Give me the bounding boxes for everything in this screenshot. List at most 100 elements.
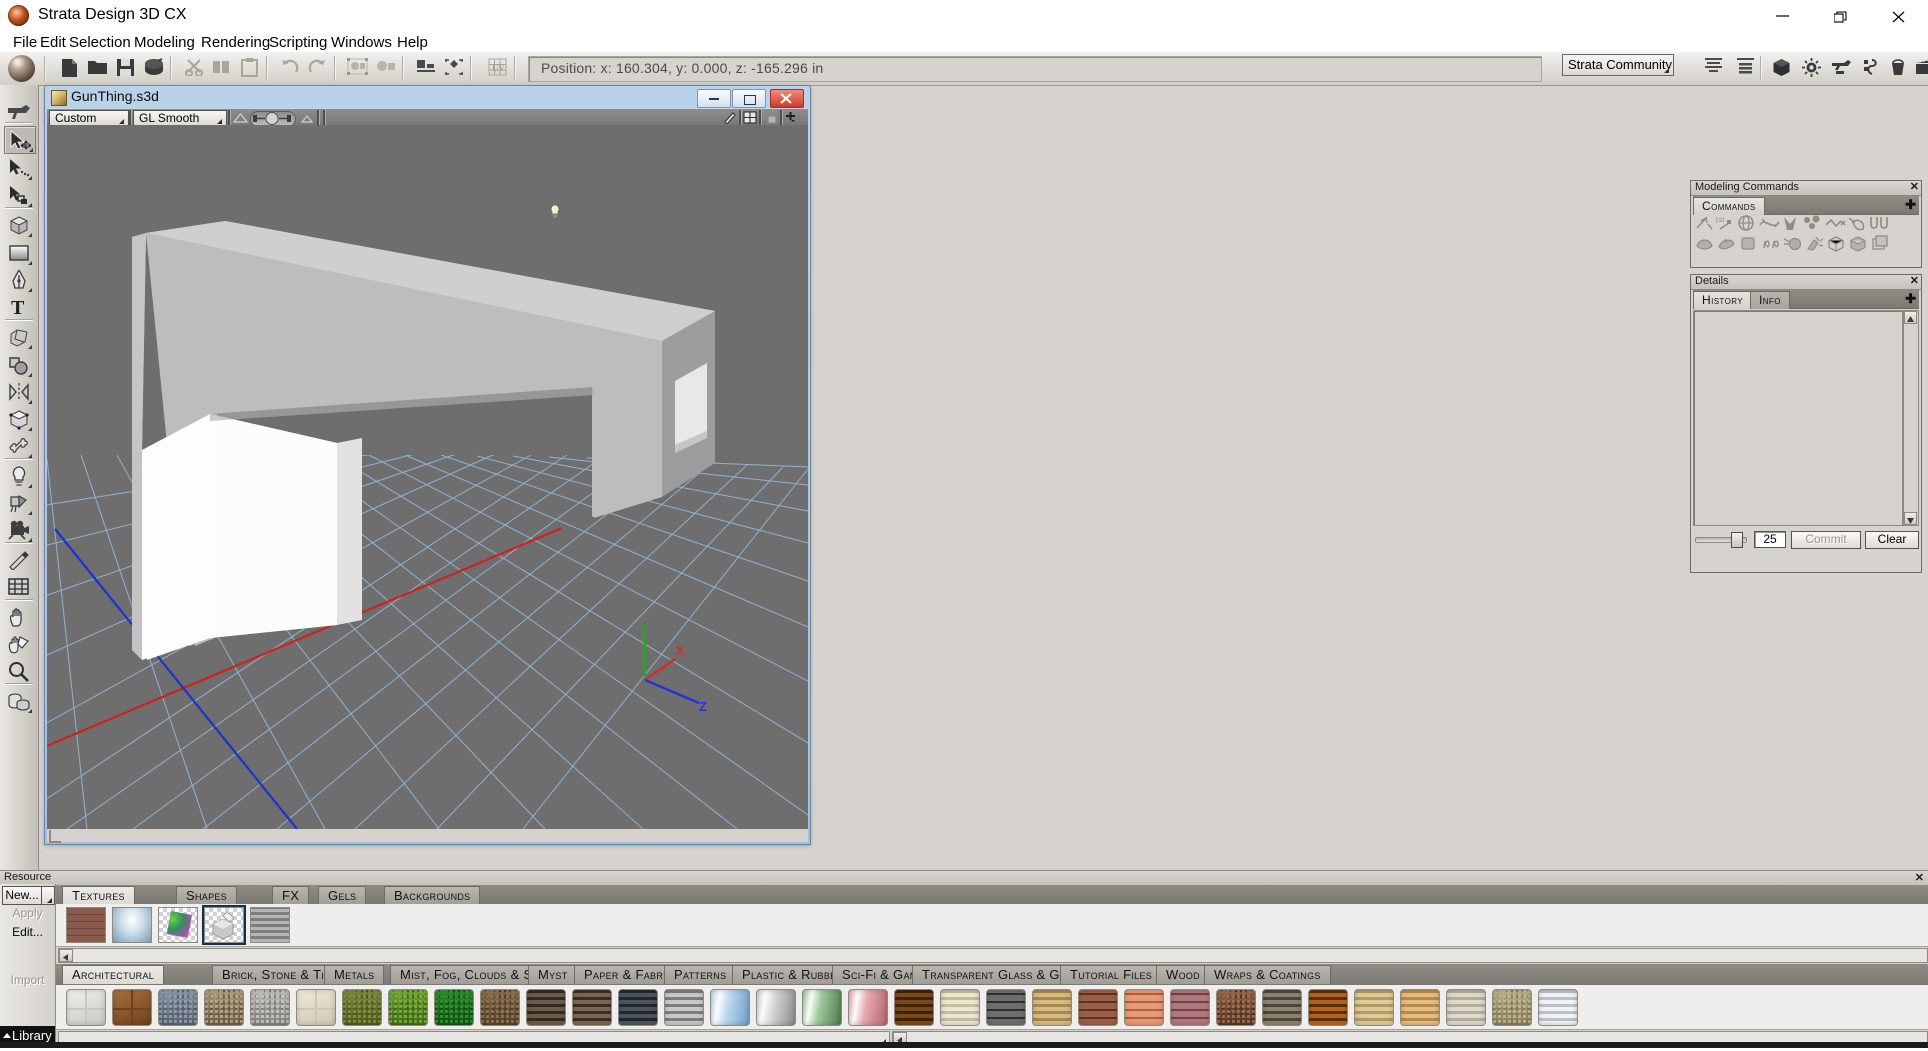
lib-swatch-blue-gravel[interactable] — [158, 989, 198, 1026]
lib-swatch-pine-board[interactable] — [1354, 989, 1394, 1026]
lib-swatch-gray-glass[interactable] — [756, 989, 796, 1026]
group-button[interactable] — [344, 55, 371, 82]
details-header[interactable]: Details ✕ — [1691, 275, 1921, 290]
add-tab-icon[interactable]: ✚ — [1905, 291, 1916, 307]
bulge-icon[interactable] — [1695, 235, 1715, 253]
close-icon[interactable]: ✕ — [1910, 275, 1919, 288]
swatch-brick[interactable] — [66, 907, 106, 943]
window-close-button[interactable] — [1870, 0, 1928, 32]
lib-tab-wraps-coatings[interactable]: Wraps & Coatings — [1204, 965, 1331, 984]
taper-icon[interactable] — [1717, 235, 1737, 253]
tool-boolean[interactable] — [4, 688, 34, 714]
lib-tab-architectural[interactable]: Architectural — [62, 965, 164, 984]
subdivide-icon[interactable] — [1695, 215, 1715, 233]
lib-swatch-wood-panel[interactable] — [112, 989, 152, 1026]
lib-swatch-green-grass[interactable] — [388, 989, 428, 1026]
lib-swatch-shingle[interactable] — [1216, 989, 1256, 1026]
shade-high-icon[interactable] — [299, 111, 314, 125]
document-title-bar[interactable]: GunThing.s3d — [45, 86, 810, 108]
document-close-button[interactable] — [770, 89, 804, 108]
scroll-left-button[interactable] — [59, 949, 73, 962]
tool-extrude[interactable] — [4, 324, 34, 350]
lib-swatch-slate-plank[interactable] — [618, 989, 658, 1026]
lib-swatch-ivory-panel[interactable] — [940, 989, 980, 1026]
tool-select-move[interactable] — [4, 126, 36, 154]
paint-button[interactable] — [1884, 55, 1911, 82]
redo-button[interactable] — [304, 55, 331, 82]
tab-history[interactable]: History — [1693, 291, 1752, 309]
tab-fx[interactable]: FX — [272, 886, 309, 905]
lib-tab-tutorial-files[interactable]: Tutorial Files — [1060, 965, 1162, 984]
menu-help[interactable]: Help — [390, 34, 435, 51]
lib-swatch-terracotta[interactable] — [1124, 989, 1164, 1026]
swatch-glass[interactable] — [112, 907, 152, 943]
split-icon[interactable] — [1803, 215, 1823, 233]
swatch-metal-slats[interactable] — [250, 907, 290, 943]
inflate-icon[interactable] — [1783, 235, 1803, 253]
film-button[interactable] — [1910, 55, 1928, 82]
commit-button[interactable]: Commit — [1791, 531, 1861, 549]
tab-shapes[interactable]: Shapes — [176, 886, 237, 905]
lib-swatch-olive-grass[interactable] — [342, 989, 382, 1026]
explode-icon[interactable] — [1805, 235, 1825, 253]
tool-measure[interactable] — [4, 547, 34, 573]
tool-bone[interactable] — [4, 433, 34, 459]
resource-header[interactable]: Resource ✕ — [0, 870, 1928, 886]
add-tab-icon[interactable]: ✚ — [1905, 197, 1916, 213]
align-button[interactable] — [412, 55, 439, 82]
first-point-icon[interactable]: 1st — [1715, 215, 1735, 233]
save-all-button[interactable] — [140, 55, 167, 82]
fold-icon[interactable] — [1761, 235, 1781, 253]
clear-button[interactable]: Clear — [1865, 531, 1919, 549]
lib-tab-wood[interactable]: Wood — [1156, 965, 1210, 984]
copy-button[interactable] — [208, 55, 235, 82]
tab-gels[interactable]: Gels — [318, 886, 366, 905]
document-minimize-button[interactable] — [697, 89, 731, 108]
open-document-button[interactable] — [84, 55, 111, 82]
wireframe-cube-icon[interactable] — [1827, 235, 1847, 253]
lib-swatch-red-brick[interactable] — [1078, 989, 1118, 1026]
solid-cube-icon[interactable] — [1849, 235, 1869, 253]
new-document-button[interactable] — [56, 55, 83, 82]
lib-swatch-tan-siding[interactable] — [1032, 989, 1072, 1026]
community-dropdown[interactable]: Strata Community — [1562, 54, 1674, 76]
grid-toggle-icon[interactable] — [743, 111, 758, 125]
new-resource-button[interactable]: New... — [2, 886, 42, 905]
solidify-icon[interactable] — [1739, 235, 1759, 253]
lib-swatch-oak-board[interactable] — [1400, 989, 1440, 1026]
lib-swatch-dark-plank[interactable] — [526, 989, 566, 1026]
sphereize-icon[interactable] — [1737, 215, 1757, 233]
text-align-button[interactable] — [1700, 55, 1727, 82]
tool-light[interactable] — [4, 463, 34, 489]
cut-button[interactable] — [180, 55, 207, 82]
tab-info[interactable]: Info — [1750, 291, 1790, 309]
tool-zoom[interactable] — [4, 658, 34, 684]
smooth-icon[interactable] — [1759, 215, 1779, 233]
modeling-mode-button[interactable] — [1768, 55, 1795, 82]
tab-backgrounds[interactable]: Backgrounds — [384, 886, 480, 905]
rendering-mode-button[interactable] — [1798, 55, 1825, 82]
slider-thumb[interactable] — [1731, 532, 1743, 548]
add-view-icon[interactable] — [784, 111, 799, 125]
app-logo-icon[interactable] — [8, 55, 35, 82]
scroll-down-button[interactable] — [1904, 512, 1917, 525]
lib-swatch-brown-plank[interactable] — [572, 989, 612, 1026]
menu-windows[interactable]: Windows — [324, 34, 399, 51]
new-resource-dropdown-arrow[interactable] — [41, 886, 55, 905]
ungroup-button[interactable] — [372, 55, 399, 82]
path-icon[interactable] — [1825, 215, 1845, 233]
tool-primitive-cube[interactable] — [4, 212, 34, 238]
apply-resource-button[interactable]: Apply — [2, 905, 53, 922]
tool-pen[interactable] — [4, 267, 34, 293]
history-scrollbar[interactable] — [1903, 310, 1919, 526]
reverse-icon[interactable] — [1847, 215, 1867, 233]
lib-swatch-pink-glass[interactable] — [848, 989, 888, 1026]
swatch-default-shader[interactable] — [204, 907, 244, 943]
lib-tab-myst[interactable]: Myst — [528, 965, 578, 984]
lib-swatch-white-tile[interactable] — [66, 989, 106, 1026]
swatch-noise[interactable] — [158, 907, 198, 943]
viewport-3d[interactable]: Y X Z — [47, 125, 808, 829]
resize-grip-icon[interactable] — [49, 830, 61, 843]
undo-button[interactable] — [276, 55, 303, 82]
edit-resource-button[interactable]: Edit... — [2, 924, 53, 941]
